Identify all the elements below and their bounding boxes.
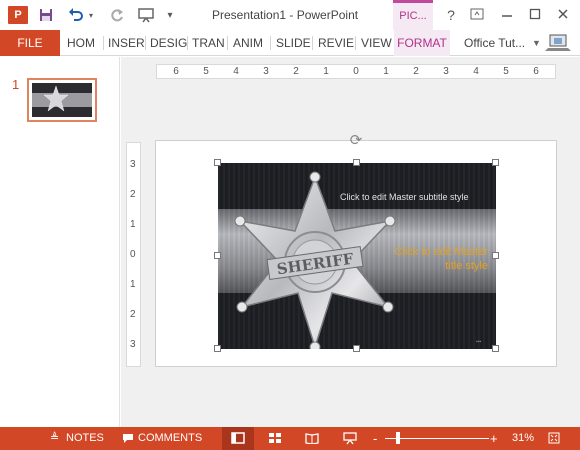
ruler-tick: 3 [130, 159, 136, 170]
comments-button[interactable]: COMMENTS [138, 427, 202, 450]
powerpoint-logo-icon[interactable]: P [8, 6, 28, 24]
undo-dropdown-icon[interactable]: ▾ [86, 5, 96, 25]
save-icon[interactable] [36, 5, 56, 25]
tab-animations[interactable]: ANIM [233, 30, 263, 56]
vertical-ruler[interactable]: 3 2 1 0 1 2 3 [126, 142, 141, 367]
slide-thumbnail-preview [32, 83, 92, 117]
tab-slide-show[interactable]: SLIDE [276, 30, 311, 56]
tab-separator [103, 36, 104, 50]
normal-view-icon [231, 432, 245, 444]
zoom-slider-track[interactable] [385, 438, 489, 439]
account-name[interactable]: Office Tut... [464, 30, 525, 56]
ruler-tick: 6 [533, 66, 539, 77]
resize-handle-left[interactable] [214, 252, 221, 259]
redo-icon[interactable] [107, 5, 127, 25]
zoom-in-button[interactable]: + [490, 427, 498, 450]
tab-home[interactable]: HOM [67, 30, 95, 56]
horizontal-ruler[interactable]: 6 5 4 3 2 1 0 1 2 3 4 5 6 [156, 64, 556, 79]
ruler-tick: 4 [233, 66, 239, 77]
ruler-tick: 1 [383, 66, 389, 77]
tab-view[interactable]: VIEW [361, 30, 392, 56]
notes-icon[interactable]: ≜ [50, 427, 59, 450]
normal-view-button[interactable] [222, 427, 254, 450]
tab-separator [227, 36, 228, 50]
tab-review[interactable]: REVIE [318, 30, 354, 56]
window-title: Presentation1 - PowerPoint [212, 8, 359, 22]
fit-slide-icon[interactable] [548, 427, 560, 450]
ruler-tick: 5 [503, 66, 509, 77]
ruler-tick: 1 [130, 219, 136, 230]
tab-design[interactable]: DESIG [150, 30, 187, 56]
ribbon-tab-bar: FILE HOM INSER DESIG TRAN ANIM SLIDE REV… [0, 30, 580, 56]
watermark-signature: ▪▪▪ [476, 339, 482, 345]
ruler-tick: 0 [353, 66, 359, 77]
powerpoint-window: P ▾ ▾ Presentation1 - PowerPoint PIC... … [0, 0, 580, 450]
slide-thumbnail-pane: 1 [0, 57, 120, 427]
notes-button[interactable]: NOTES [66, 427, 104, 450]
slide-sorter-icon[interactable] [268, 427, 282, 450]
status-bar: ≜ NOTES COMMENTS - + 31% [0, 427, 580, 450]
ribbon-display-icon[interactable] [466, 5, 488, 25]
comments-icon[interactable] [122, 427, 134, 450]
close-icon[interactable] [552, 5, 574, 25]
present-icon[interactable] [135, 5, 157, 25]
resize-handle-right[interactable] [492, 252, 499, 259]
tab-picture-tools[interactable]: PIC... [393, 0, 433, 30]
rotate-handle-icon[interactable]: ⟳ [348, 133, 364, 149]
tab-transitions[interactable]: TRAN [192, 30, 225, 56]
slideshow-icon[interactable] [343, 427, 357, 450]
avatar[interactable] [545, 32, 573, 54]
ruler-tick: 3 [130, 339, 136, 350]
undo-icon[interactable] [66, 5, 86, 25]
slide-thumbnail[interactable] [27, 78, 97, 122]
tab-separator [355, 36, 356, 50]
resize-handle-top-left[interactable] [214, 159, 221, 166]
title-bar: P ▾ ▾ Presentation1 - PowerPoint PIC... … [0, 0, 580, 30]
ruler-tick: 4 [473, 66, 479, 77]
ruler-tick: 3 [443, 66, 449, 77]
help-icon[interactable]: ? [440, 5, 462, 25]
resize-handle-bottom-left[interactable] [214, 345, 221, 352]
title-placeholder[interactable]: Click to edit Master title style [378, 245, 488, 273]
resize-handle-top[interactable] [353, 159, 360, 166]
ruler-tick: 3 [263, 66, 269, 77]
ruler-tick: 2 [130, 309, 136, 320]
ruler-tick: 6 [173, 66, 179, 77]
reading-view-icon[interactable] [305, 427, 319, 450]
tab-separator [312, 36, 313, 50]
tab-file[interactable]: FILE [0, 30, 60, 56]
resize-handle-top-right[interactable] [492, 159, 499, 166]
ruler-tick: 1 [323, 66, 329, 77]
tab-separator [187, 36, 188, 50]
tab-insert[interactable]: INSER [108, 30, 145, 56]
tab-separator [270, 36, 271, 50]
ruler-tick: 0 [130, 249, 136, 260]
tab-format[interactable]: FORMAT [394, 30, 450, 56]
minimize-icon[interactable] [496, 5, 518, 25]
chevron-down-icon[interactable]: ▼ [532, 30, 541, 56]
ruler-tick: 2 [413, 66, 419, 77]
ruler-tick: 1 [130, 279, 136, 290]
resize-handle-bottom[interactable] [353, 345, 360, 352]
ruler-tick: 2 [130, 189, 136, 200]
maximize-icon[interactable] [524, 5, 546, 25]
tab-separator [145, 36, 146, 50]
subtitle-placeholder[interactable]: Click to edit Master subtitle style [340, 192, 469, 202]
slide-number: 1 [12, 77, 20, 92]
zoom-level[interactable]: 31% [512, 427, 534, 450]
ruler-tick: 2 [293, 66, 299, 77]
sheriff-picture[interactable]: SHERIFF Click to edit Master subtitle st… [218, 163, 496, 349]
zoom-out-button[interactable]: - [373, 427, 377, 450]
resize-handle-bottom-right[interactable] [492, 345, 499, 352]
customize-icon[interactable]: ▾ [164, 5, 176, 25]
ruler-tick: 5 [203, 66, 209, 77]
zoom-slider-thumb[interactable] [396, 432, 400, 444]
